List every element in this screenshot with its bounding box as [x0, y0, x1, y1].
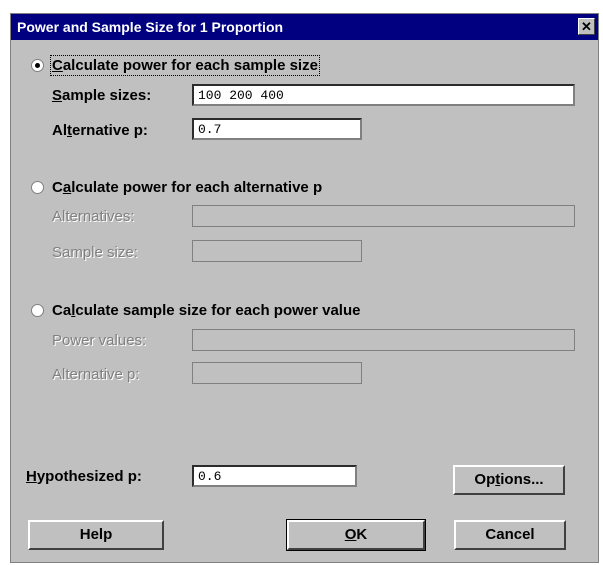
close-button[interactable]: ✕ [578, 18, 595, 35]
alternative-p-3-input [192, 362, 362, 384]
alternative-p-input[interactable]: 0.7 [192, 118, 362, 140]
radio-selected-dot-icon [35, 63, 40, 68]
close-icon: ✕ [581, 19, 592, 34]
title-bar: Power and Sample Size for 1 Proportion ✕ [11, 14, 598, 40]
sample-sizes-input[interactable]: 100 200 400 [192, 84, 575, 106]
options-button[interactable]: Options... [453, 465, 565, 495]
alternative-p-label: Alternative p: [52, 122, 148, 139]
cancel-button[interactable]: Cancel [454, 520, 566, 550]
alternatives-label: Alternatives: [52, 208, 135, 225]
radio-power-for-alternative-p[interactable] [31, 181, 44, 194]
option-sample-size-for-power-label[interactable]: Calculate sample size for each power val… [52, 302, 360, 319]
radio-power-for-sample-size[interactable] [31, 59, 44, 72]
option-power-for-sample-size-label[interactable]: Calculate power for each sample size [50, 55, 320, 76]
hypothesized-p-input[interactable]: 0.6 [192, 465, 357, 487]
alternatives-input [192, 205, 575, 227]
sample-sizes-label: Sample sizes: [52, 87, 152, 104]
dialog-window: Power and Sample Size for 1 Proportion ✕… [10, 13, 599, 563]
hypothesized-p-label: Hypothesized p: [26, 468, 142, 485]
power-values-label: Power values: [52, 332, 147, 349]
sample-size-input [192, 240, 362, 262]
option-power-for-alternative-p-label[interactable]: Calculate power for each alternative p [52, 179, 322, 196]
power-values-input [192, 329, 575, 351]
sample-size-label: Sample size: [52, 244, 138, 261]
ok-button[interactable]: OK [286, 519, 426, 551]
radio-sample-size-for-power[interactable] [31, 304, 44, 317]
dialog-title: Power and Sample Size for 1 Proportion [17, 19, 284, 35]
alternative-p-3-label: Alternative p: [52, 366, 140, 383]
help-button[interactable]: Help [28, 520, 164, 550]
